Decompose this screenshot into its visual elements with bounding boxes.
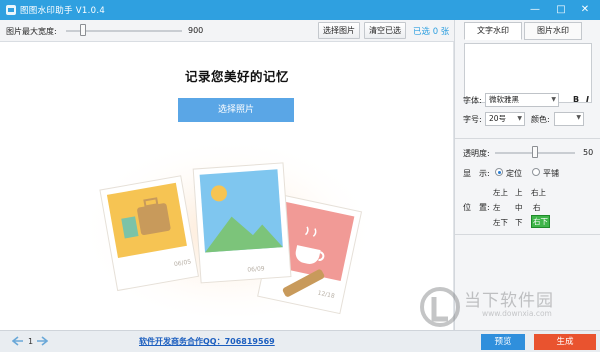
slogan-heading: 记录您美好的记忆 (185, 69, 290, 84)
display-fixed-label[interactable]: 定位 (506, 168, 522, 179)
font-size-label: 字号: (463, 115, 482, 124)
display-label: 显 示: (463, 169, 490, 178)
image-canvas: 06/05 12/18 06/09 记录您美好的记忆 选择照片 (0, 42, 454, 330)
position-bottom[interactable]: 下 (515, 217, 523, 228)
selected-count: 已选 0 张 (413, 27, 450, 37)
polaroid-illustration: 06/05 12/18 06/09 (78, 127, 378, 317)
choose-photo-button[interactable]: 选择照片 (178, 98, 294, 122)
tab-text-watermark[interactable]: 文字水印 (464, 22, 522, 40)
title-bar: 图图水印助手 V1.0.4 — □ ✕ (0, 0, 600, 20)
minimize-button[interactable]: — (527, 2, 543, 18)
position-bottom-left[interactable]: 左下 (493, 217, 508, 228)
color-picker[interactable]: ▼ (554, 112, 584, 126)
chevron-down-icon: ▼ (551, 96, 556, 103)
font-select[interactable]: 微软雅黑 ▼ (485, 93, 559, 107)
opacity-value: 50 (583, 148, 594, 157)
display-tile-label[interactable]: 平铺 (543, 168, 559, 179)
opacity-slider-handle[interactable] (532, 146, 538, 158)
site-watermark: 当下软件园 www.downxia.com (418, 283, 598, 331)
watermark-text: 当下软件园 (464, 291, 554, 311)
position-right[interactable]: 右 (533, 202, 541, 213)
display-tile-radio[interactable] (532, 168, 540, 176)
caption-center: 06/09 (247, 265, 265, 273)
font-select-value: 微软雅黑 (489, 95, 519, 104)
maximize-button[interactable]: □ (553, 2, 569, 18)
italic-button[interactable]: I (586, 95, 589, 104)
chevron-down-icon: ▼ (576, 114, 581, 121)
panel-divider (455, 234, 600, 235)
top-toolbar: 图片最大宽度: 900 选择图片 清空已选 已选 0 张 (0, 20, 454, 42)
position-top-right[interactable]: 右上 (531, 187, 546, 198)
position-top-left[interactable]: 左上 (493, 187, 508, 198)
close-button[interactable]: ✕ (577, 2, 593, 18)
arrow-right-icon[interactable] (36, 336, 48, 346)
opacity-label: 透明度: (463, 149, 490, 158)
chevron-down-icon: ▼ (517, 115, 522, 122)
position-bottom-right[interactable]: 右下 (531, 215, 550, 228)
preview-button[interactable]: 预览 (481, 334, 525, 350)
tab-image-watermark[interactable]: 图片水印 (524, 22, 582, 40)
bottom-bar: 1 软件开发商务合作QQ：706819569 预览 生成 (0, 330, 600, 352)
position-left[interactable]: 左 (493, 202, 501, 213)
font-size-select[interactable]: 20号 ▼ (485, 112, 525, 126)
generate-button[interactable]: 生成 (534, 334, 596, 350)
max-width-slider-handle[interactable] (80, 24, 87, 36)
select-images-button[interactable]: 选择图片 (318, 22, 360, 39)
watermark-logo-icon (420, 287, 460, 327)
color-label: 颜色: (531, 115, 550, 124)
position-label: 位 置: (463, 203, 490, 212)
display-fixed-radio[interactable] (495, 168, 503, 176)
page-number: 1 (28, 337, 34, 346)
clear-selected-button[interactable]: 清空已选 (364, 22, 406, 39)
watermark-url: www.downxia.com (482, 309, 552, 318)
font-size-value: 20号 (489, 114, 507, 123)
font-label: 字体: (463, 96, 482, 105)
panel-divider (455, 138, 600, 139)
max-width-label: 图片最大宽度: (6, 27, 57, 36)
app-logo-icon (6, 5, 16, 15)
arrow-left-icon[interactable] (12, 336, 24, 346)
max-width-value: 900 (188, 26, 204, 35)
position-center[interactable]: 中 (515, 202, 523, 213)
bold-button[interactable]: B (573, 95, 579, 104)
window-title: 图图水印助手 V1.0.4 (20, 6, 106, 16)
position-top[interactable]: 上 (515, 187, 523, 198)
contact-link[interactable]: 软件开发商务合作QQ：706819569 (139, 336, 275, 347)
